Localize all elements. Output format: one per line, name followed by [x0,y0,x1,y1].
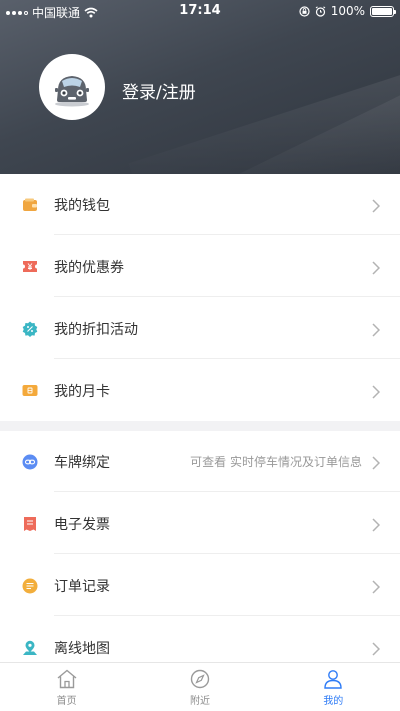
chevron-right-icon [372,455,381,474]
menu-item-label: 我的钱包 [54,197,110,214]
home-icon [57,669,77,689]
avatar[interactable] [39,54,105,120]
divider [54,553,400,554]
menu-item-label: 电子发票 [54,516,110,533]
menu-item-label: 订单记录 [54,578,110,595]
divider [54,615,400,616]
divider [54,491,400,492]
battery-percent: 100% [330,4,365,18]
menu-item-label: 车牌绑定 [54,454,110,471]
rotation-lock-icon [299,5,310,17]
menu-item-label: 我的优惠券 [54,259,124,276]
chevron-right-icon [372,260,381,279]
menu-item-label: 我的月卡 [54,383,110,400]
menu-item-month-card[interactable]: 我的月卡 [0,360,400,421]
menu-item-e-invoice[interactable]: 电子发票 [0,493,400,554]
order-record-icon [22,578,38,594]
compass-icon [190,669,210,689]
tab-label: 附近 [189,696,210,707]
menu-item-wallet[interactable]: 我的钱包 [0,174,400,235]
chevron-right-icon [372,384,381,403]
divider [54,296,400,297]
chevron-right-icon [372,198,381,217]
month-card-icon [22,383,38,399]
account-menu-group: 我的钱包 我的优惠券 我的折扣活动 我的月卡 [0,174,400,421]
tab-home[interactable]: 首页 [0,663,133,711]
menu-item-coupons[interactable]: 我的优惠券 [0,236,400,297]
offline-map-icon [22,640,38,656]
profile-header: 中国联通 17:14 100% 登录/注册 [0,0,400,174]
divider [54,358,400,359]
coupon-icon [22,259,38,275]
menu-item-order-records[interactable]: 订单记录 [0,555,400,616]
tab-label: 我的 [323,696,344,707]
chevron-right-icon [372,322,381,341]
menu-item-plate-binding[interactable]: 车牌绑定 可查看 实时停车情况及订单信息 [0,431,400,492]
tab-mine[interactable]: 我的 [267,663,400,711]
wallet-icon [22,197,38,213]
invoice-icon [22,516,38,532]
chevron-right-icon [372,517,381,536]
chevron-right-icon [372,579,381,598]
discount-icon [22,321,38,337]
status-bar: 中国联通 17:14 100% [0,0,400,22]
divider [54,234,400,235]
car-avatar-icon [55,76,89,107]
tab-nearby[interactable]: 附近 [133,663,266,711]
chevron-right-icon [372,641,381,660]
menu-item-label: 离线地图 [54,640,110,657]
service-menu-group: 车牌绑定 可查看 实时停车情况及订单信息 电子发票 订单记录 离线地图 [0,431,400,662]
plate-link-icon [22,454,38,470]
bottom-tab-bar: 首页 附近 我的 [0,662,400,711]
alarm-icon [315,5,326,17]
login-register-link[interactable]: 登录/注册 [122,78,196,103]
menu-item-hint: 可查看 实时停车情况及订单信息 [190,455,362,469]
menu-item-discounts[interactable]: 我的折扣活动 [0,298,400,359]
user-icon [324,670,343,689]
status-right: 100% [299,4,396,18]
tab-label: 首页 [56,696,77,707]
menu-item-label: 我的折扣活动 [54,321,138,338]
battery-icon [370,5,396,17]
